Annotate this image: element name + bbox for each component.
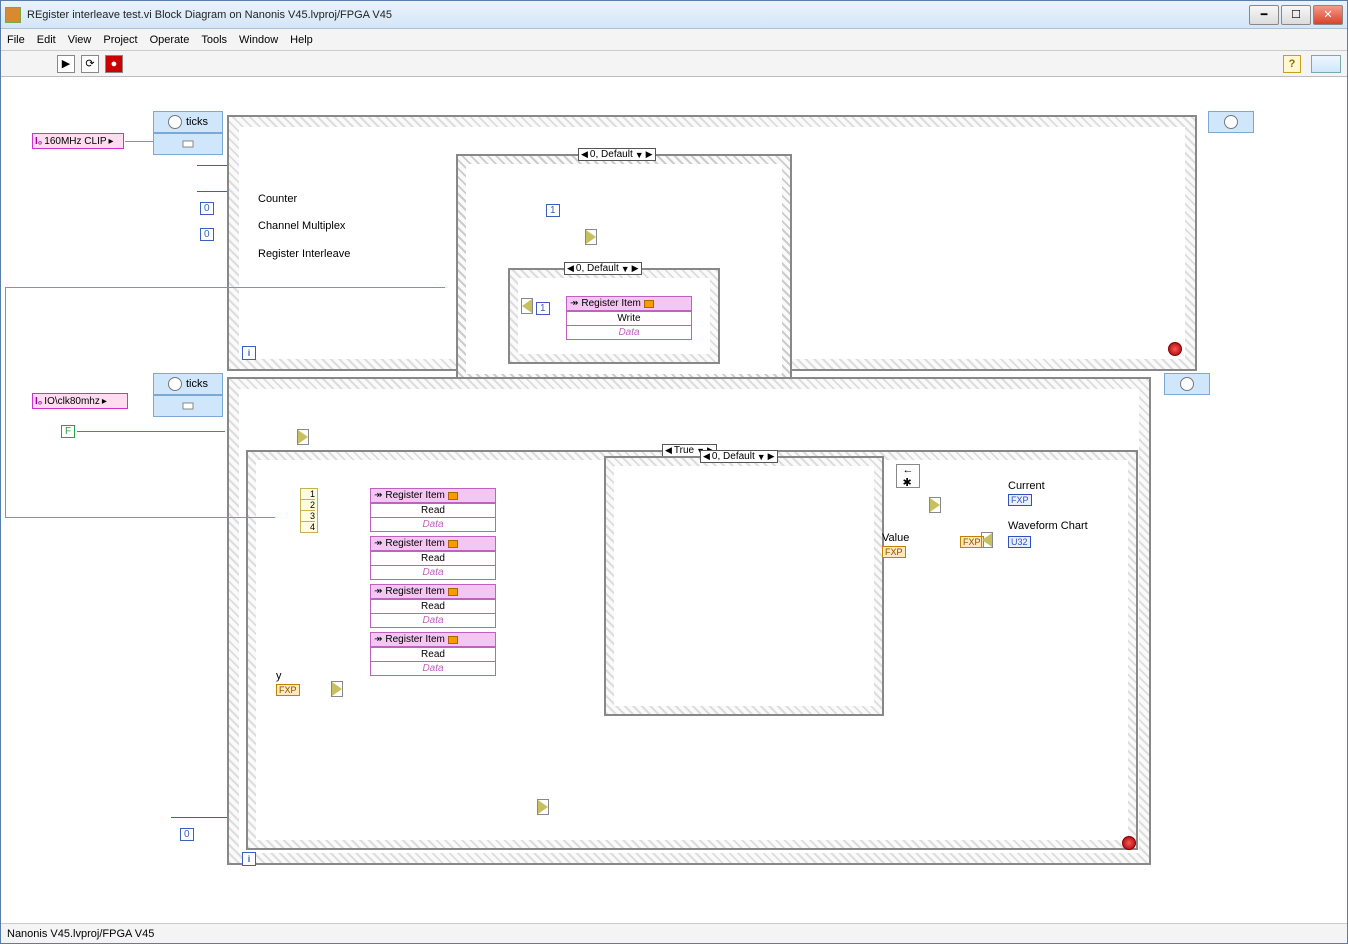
loop2-inner: ◀True▼▶ 1 2 3 4 ↠Register Item bbox=[239, 389, 1139, 853]
menu-view[interactable]: View bbox=[68, 34, 92, 46]
clock-icon bbox=[168, 115, 182, 129]
add-node-icon bbox=[332, 682, 342, 696]
loop1-inner-one-const[interactable]: 1 bbox=[536, 302, 550, 315]
close-button[interactable]: ✕ bbox=[1313, 5, 1343, 25]
app-window: REgister interleave test.vi Block Diagra… bbox=[0, 0, 1348, 944]
loop2-sctl[interactable]: ◀True▼▶ 1 2 3 4 ↠Register Item bbox=[227, 377, 1151, 865]
const-zero-a[interactable]: 0 bbox=[200, 202, 214, 215]
run-button[interactable]: ▶ bbox=[57, 55, 75, 73]
menu-window[interactable]: Window bbox=[239, 34, 278, 46]
loop1-outer-case-selector[interactable]: ◀0, Default▼▶ bbox=[578, 148, 656, 161]
loop2-reg1[interactable]: ↠Register Item Read Data bbox=[370, 488, 496, 532]
menu-edit[interactable]: Edit bbox=[37, 34, 56, 46]
wave-u32-indicator[interactable]: U32 bbox=[1008, 536, 1031, 548]
status-bar: Nanonis V45.lvproj/FPGA V45 bbox=[1, 923, 1347, 943]
increment-node-icon bbox=[586, 230, 596, 244]
loop2-unbundle[interactable]: 1 2 3 4 bbox=[300, 488, 318, 533]
current-indicator[interactable]: FXP bbox=[1008, 494, 1032, 506]
loop1-clock-src[interactable] bbox=[153, 133, 223, 155]
current-label: Current bbox=[1008, 480, 1045, 492]
pink-wire-top bbox=[5, 287, 445, 288]
y-label: y bbox=[276, 670, 282, 682]
clip-node-80mhz[interactable]: I₀ IO\clk80mhz ▸ bbox=[32, 393, 128, 409]
window-title: REgister interleave test.vi Block Diagra… bbox=[27, 9, 392, 21]
pink-wire-into-loop2 bbox=[5, 517, 275, 518]
loop1-inner: 0 0 Counter Channel Multiplex Register I… bbox=[239, 127, 1185, 359]
menu-help[interactable]: Help bbox=[290, 34, 313, 46]
loop2-false-const[interactable]: F bbox=[61, 425, 75, 438]
loop2-zero-const[interactable]: 0 bbox=[180, 828, 194, 841]
loop1-register-node[interactable]: ↠Register Item Write Data bbox=[566, 296, 692, 340]
clip-node-160mhz[interactable]: I₀ 160MHz CLIP ▸ bbox=[32, 133, 124, 149]
timer-sub-icon bbox=[181, 137, 195, 151]
loop1-inner-case-selector[interactable]: ◀0, Default▼▶ bbox=[564, 262, 642, 275]
coerce-icon bbox=[982, 533, 992, 547]
clock-icon bbox=[1224, 115, 1238, 129]
block-diagram-canvas[interactable]: I₀ 160MHz CLIP ▸ ticks 0 0 Counter Chann… bbox=[1, 77, 1347, 923]
loop2-inner-case[interactable]: ◀0, Default▼▶ bbox=[604, 456, 884, 716]
label-regil: Register Interleave bbox=[258, 248, 350, 260]
vi-icon[interactable] bbox=[1311, 55, 1341, 73]
loop2-reg3[interactable]: ↠Register Item Read Data bbox=[370, 584, 496, 628]
maximize-button[interactable]: ☐ bbox=[1281, 5, 1311, 25]
abort-button[interactable]: ● bbox=[105, 55, 123, 73]
iteration-terminal-icon: i bbox=[242, 852, 256, 866]
title-bar: REgister interleave test.vi Block Diagra… bbox=[1, 1, 1347, 29]
wave-fxp[interactable]: FXP bbox=[960, 536, 984, 548]
label-counter: Counter bbox=[258, 193, 297, 205]
loop2-inner-selector[interactable]: ◀0, Default▼▶ bbox=[700, 450, 778, 463]
waveform-label: Waveform Chart bbox=[1008, 520, 1088, 532]
loop1-sctl[interactable]: 0 0 Counter Channel Multiplex Register I… bbox=[227, 115, 1197, 371]
label-chanmux: Channel Multiplex bbox=[258, 220, 345, 232]
toolbar: ▶ ⟳ ● ? bbox=[1, 51, 1347, 77]
run-continuous-button[interactable]: ⟳ bbox=[81, 55, 99, 73]
loop1-ticks-label: ticks bbox=[186, 116, 208, 128]
first-call-icon bbox=[298, 430, 308, 444]
green-dotted-wire bbox=[77, 431, 225, 432]
pin-icon bbox=[448, 588, 458, 596]
pink-wire-vert bbox=[5, 287, 6, 517]
loop1-one-const[interactable]: 1 bbox=[546, 204, 560, 217]
clip-80mhz-label: IO\clk80mhz bbox=[44, 396, 100, 407]
menu-file[interactable]: File bbox=[7, 34, 25, 46]
add-node-bottom-icon bbox=[538, 800, 548, 814]
timer-sub-icon bbox=[181, 399, 195, 413]
loop2-reg4[interactable]: ↠Register Item Read Data bbox=[370, 632, 496, 676]
loop2-clock-src[interactable] bbox=[153, 395, 223, 417]
minimize-button[interactable]: ━ bbox=[1249, 5, 1279, 25]
context-help-button[interactable]: ? bbox=[1283, 55, 1301, 73]
shift-icon bbox=[522, 299, 532, 313]
loop2-reg2[interactable]: ↠Register Item Read Data bbox=[370, 536, 496, 580]
pin-icon bbox=[448, 540, 458, 548]
clock-icon bbox=[168, 377, 182, 391]
y-fxp-indicator[interactable]: FXP bbox=[276, 684, 300, 696]
subtract-node-icon bbox=[930, 498, 940, 512]
loop1-right-clock[interactable] bbox=[1208, 111, 1254, 133]
menu-project[interactable]: Project bbox=[103, 34, 137, 46]
loop2-stop-terminal[interactable] bbox=[1122, 836, 1136, 850]
loop2-true-case[interactable]: ◀True▼▶ 1 2 3 4 ↠Register Item bbox=[246, 450, 1138, 850]
loop2-right-clock[interactable] bbox=[1164, 373, 1210, 395]
clip-160mhz-label: 160MHz CLIP bbox=[44, 136, 106, 147]
loop1-stop-terminal[interactable] bbox=[1168, 342, 1182, 356]
pin-icon bbox=[448, 492, 458, 500]
loop2-ticks-label: ticks bbox=[186, 378, 208, 390]
menu-bar: File Edit View Project Operate Tools Win… bbox=[1, 29, 1347, 51]
loop1-inner-case[interactable]: ◀0, Default▼▶ 1 ↠Register Item Write Dat… bbox=[508, 268, 720, 364]
loop1-outer-case[interactable]: ◀0, Default▼▶ 1 ◀0, Default▼▶ 1 bbox=[456, 154, 792, 384]
loop2-clock-header[interactable]: ticks bbox=[153, 373, 223, 395]
status-project-path: Nanonis V45.lvproj/FPGA V45 bbox=[7, 928, 154, 940]
value-label: Value bbox=[882, 532, 909, 544]
app-icon bbox=[5, 7, 21, 23]
feedback-node-icon[interactable]: ←✱ bbox=[896, 464, 920, 488]
value-indicator[interactable]: FXP bbox=[882, 546, 906, 558]
pin-icon bbox=[448, 636, 458, 644]
const-zero-b[interactable]: 0 bbox=[200, 228, 214, 241]
clock-icon bbox=[1180, 377, 1194, 391]
menu-tools[interactable]: Tools bbox=[201, 34, 227, 46]
pin-icon bbox=[644, 300, 654, 308]
loop1-clock-header[interactable]: ticks bbox=[153, 111, 223, 133]
iteration-terminal-icon: i bbox=[242, 346, 256, 360]
menu-operate[interactable]: Operate bbox=[150, 34, 190, 46]
